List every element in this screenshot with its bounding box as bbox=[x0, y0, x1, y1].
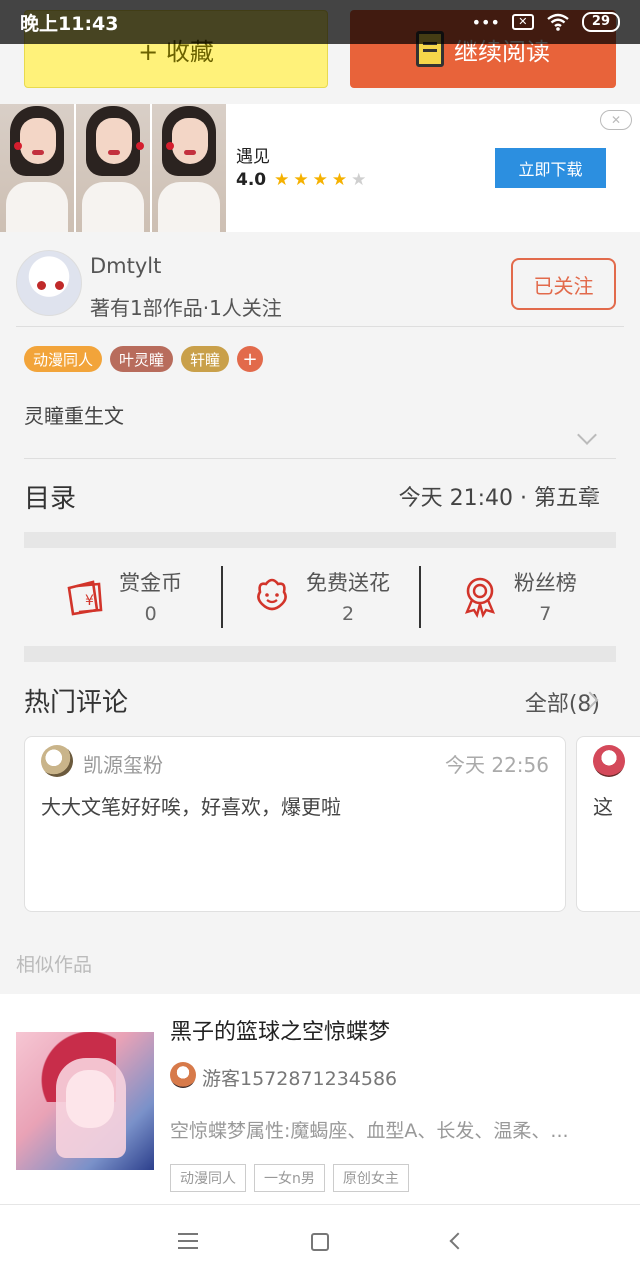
star-empty-icon: ★ bbox=[351, 170, 367, 190]
free-flower-button[interactable]: 免费送花 2 bbox=[221, 548, 418, 644]
ad-app-name: 遇见 bbox=[236, 147, 270, 167]
fan-ranking-button[interactable]: 粉丝榜 7 bbox=[418, 548, 616, 644]
tag-item[interactable]: 轩瞳 bbox=[181, 346, 230, 372]
avatar bbox=[170, 1062, 196, 1088]
work-tag: 原创女主 bbox=[332, 1164, 409, 1192]
work-description: 空惊蝶梦属性:魔蝎座、血型A、长发、温柔、... bbox=[170, 1120, 569, 1142]
avatar[interactable] bbox=[16, 250, 82, 316]
ad-close-icon[interactable]: ✕ bbox=[600, 110, 632, 130]
chevron-down-icon[interactable] bbox=[577, 425, 597, 445]
hot-comments-title: 热门评论 bbox=[24, 688, 129, 718]
stat-label: 粉丝榜 bbox=[513, 571, 577, 595]
no-sim-icon: ✕ bbox=[511, 14, 534, 30]
medal-icon bbox=[464, 577, 495, 618]
flower-icon bbox=[257, 578, 287, 611]
author-meta: 著有1部作品·1人关注 bbox=[90, 296, 282, 320]
status-time: 晚上11:43 bbox=[20, 12, 119, 35]
similar-works-label: 相似作品 bbox=[16, 954, 93, 976]
home-icon[interactable] bbox=[311, 1233, 329, 1251]
stat-value: 0 bbox=[144, 603, 157, 625]
comment-text: 大大文笔好好唉，好喜欢，爆更啦 bbox=[41, 795, 341, 819]
ad-photo bbox=[0, 104, 74, 232]
star-icon: ★ bbox=[293, 170, 309, 190]
ad-download-button[interactable]: 立即下载 bbox=[495, 148, 606, 188]
ad-photo bbox=[152, 104, 226, 232]
reward-coins-button[interactable]: ¥ 赏金币 0 bbox=[24, 548, 221, 644]
work-tag: 一女n男 bbox=[254, 1164, 325, 1192]
ad-photo bbox=[76, 104, 150, 232]
red-envelope-icon: ¥ bbox=[67, 580, 103, 616]
add-tag-button[interactable]: + bbox=[237, 346, 264, 372]
author-name: Dmtylt bbox=[90, 254, 162, 278]
similar-work-item[interactable]: 黑子的篮球之空惊蝶梦 游客1572871234586 空惊蝶梦属性:魔蝎座、血型… bbox=[0, 994, 640, 1204]
star-icon: ★ bbox=[331, 170, 348, 190]
tag-item[interactable]: 叶灵瞳 bbox=[110, 346, 174, 372]
comment-user[interactable]: 凯源玺粉 bbox=[83, 749, 163, 778]
stat-value: 7 bbox=[539, 603, 552, 625]
back-icon[interactable] bbox=[449, 1232, 467, 1250]
author-card[interactable]: Dmtylt 著有1部作品·1人关注 已关注 bbox=[0, 240, 640, 328]
book-intro: 灵瞳重生文 bbox=[24, 404, 124, 428]
section-divider bbox=[24, 646, 616, 662]
comment-card[interactable]: 这 bbox=[576, 736, 640, 912]
comment-time: 今天 22:56 bbox=[445, 753, 549, 777]
ad-rating-value: 4.0 bbox=[236, 170, 267, 190]
tag-item[interactable]: 动漫同人 bbox=[24, 346, 103, 372]
ad-banner[interactable]: 遇见 4.0 ★ ★ ★ ★ ★ 立即下载 ✕ bbox=[0, 104, 640, 232]
wifi-icon bbox=[547, 13, 569, 31]
avatar[interactable] bbox=[593, 745, 625, 777]
work-author: 游客1572871234586 bbox=[202, 1068, 398, 1090]
section-divider bbox=[24, 532, 616, 548]
svg-text:¥: ¥ bbox=[85, 593, 94, 609]
star-icon: ★ bbox=[312, 170, 328, 190]
battery-indicator: 29 bbox=[581, 12, 620, 32]
follow-button[interactable]: 已关注 bbox=[511, 258, 616, 310]
comment-text: 这 bbox=[593, 795, 613, 819]
divider bbox=[16, 326, 624, 327]
work-title: 黑子的篮球之空惊蝶梦 bbox=[170, 1020, 391, 1045]
catalog-latest-chapter[interactable]: 今天 21:40 · 第五章 bbox=[399, 480, 600, 512]
status-icons: ••• ✕ 29 bbox=[472, 12, 620, 32]
star-icon: ★ bbox=[274, 170, 290, 190]
work-tag: 动漫同人 bbox=[170, 1164, 246, 1192]
more-dots-icon: ••• bbox=[471, 12, 500, 32]
ad-rating: 4.0 ★ ★ ★ ★ ★ bbox=[236, 170, 366, 190]
avatar[interactable] bbox=[41, 745, 73, 777]
system-nav-bar bbox=[0, 1204, 640, 1280]
book-cover[interactable] bbox=[16, 1032, 154, 1170]
tag-list: 动漫同人 叶灵瞳 轩瞳 + bbox=[24, 346, 264, 372]
status-bar: 晚上11:43 ••• ✕ 29 bbox=[0, 0, 640, 44]
catalog-title[interactable]: 目录 bbox=[24, 478, 76, 515]
comment-card[interactable]: 凯源玺粉 今天 22:56 大大文笔好好唉，好喜欢，爆更啦 bbox=[24, 736, 566, 912]
stat-label: 免费送花 bbox=[305, 571, 390, 595]
stat-label: 赏金币 bbox=[119, 571, 183, 595]
work-tag-list: 动漫同人 一女n男 原创女主 bbox=[170, 1164, 409, 1192]
divider bbox=[24, 458, 616, 459]
stat-value: 2 bbox=[341, 603, 355, 625]
menu-icon[interactable] bbox=[178, 1233, 198, 1249]
stats-row: ¥ 赏金币 0 免费送花 2 粉丝榜 7 bbox=[24, 548, 616, 644]
